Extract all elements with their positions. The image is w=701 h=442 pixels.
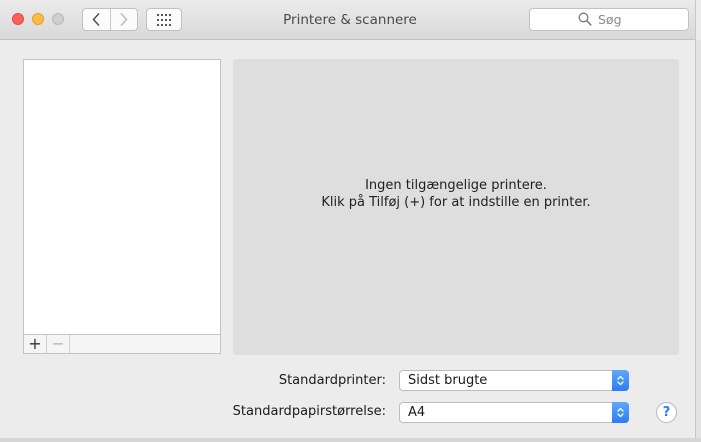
default-printer-value: Sidst brugte [408, 373, 488, 388]
navigation-buttons [82, 8, 138, 31]
background-window-bottom [0, 438, 701, 442]
paper-size-label: Standardpapirstørrelse: [232, 404, 386, 419]
forward-button[interactable] [109, 9, 138, 30]
popup-arrows-icon [612, 370, 629, 391]
default-printer-select[interactable]: Sidst brugte [399, 370, 629, 391]
add-printer-hint: Klik på Tilføj (+) for at indstille en p… [321, 195, 591, 210]
remove-printer-button: − [47, 335, 70, 353]
chevron-left-icon [92, 13, 100, 26]
window-title: Printere & scannere [283, 12, 417, 28]
search-placeholder: Søg [598, 12, 622, 27]
show-all-button[interactable] [146, 8, 182, 31]
grid-icon [157, 13, 171, 26]
back-button[interactable] [83, 9, 110, 30]
popup-arrows-icon [612, 402, 629, 423]
search-icon [578, 12, 592, 26]
printer-info-panel: Ingen tilgængelige printere. Klik på Til… [233, 59, 679, 355]
chevron-right-icon [120, 13, 128, 26]
add-printer-button[interactable]: + [24, 335, 47, 353]
help-button[interactable]: ? [656, 402, 677, 423]
minimize-window-button[interactable] [32, 13, 44, 25]
printer-list[interactable] [23, 59, 221, 335]
search-field[interactable]: Søg [529, 8, 689, 31]
zoom-window-button [52, 13, 64, 25]
default-printer-label: Standardprinter: [278, 373, 386, 388]
close-window-button[interactable] [12, 13, 24, 25]
paper-size-value: A4 [408, 405, 426, 420]
title-bar: Printere & scannere Søg [0, 0, 695, 40]
printer-list-toolbar: + − [23, 334, 221, 354]
paper-size-select[interactable]: A4 [399, 402, 629, 423]
preferences-window: Printere & scannere Søg + − Ingen tilgæn… [0, 0, 696, 438]
no-printers-message: Ingen tilgængelige printere. [365, 178, 547, 193]
